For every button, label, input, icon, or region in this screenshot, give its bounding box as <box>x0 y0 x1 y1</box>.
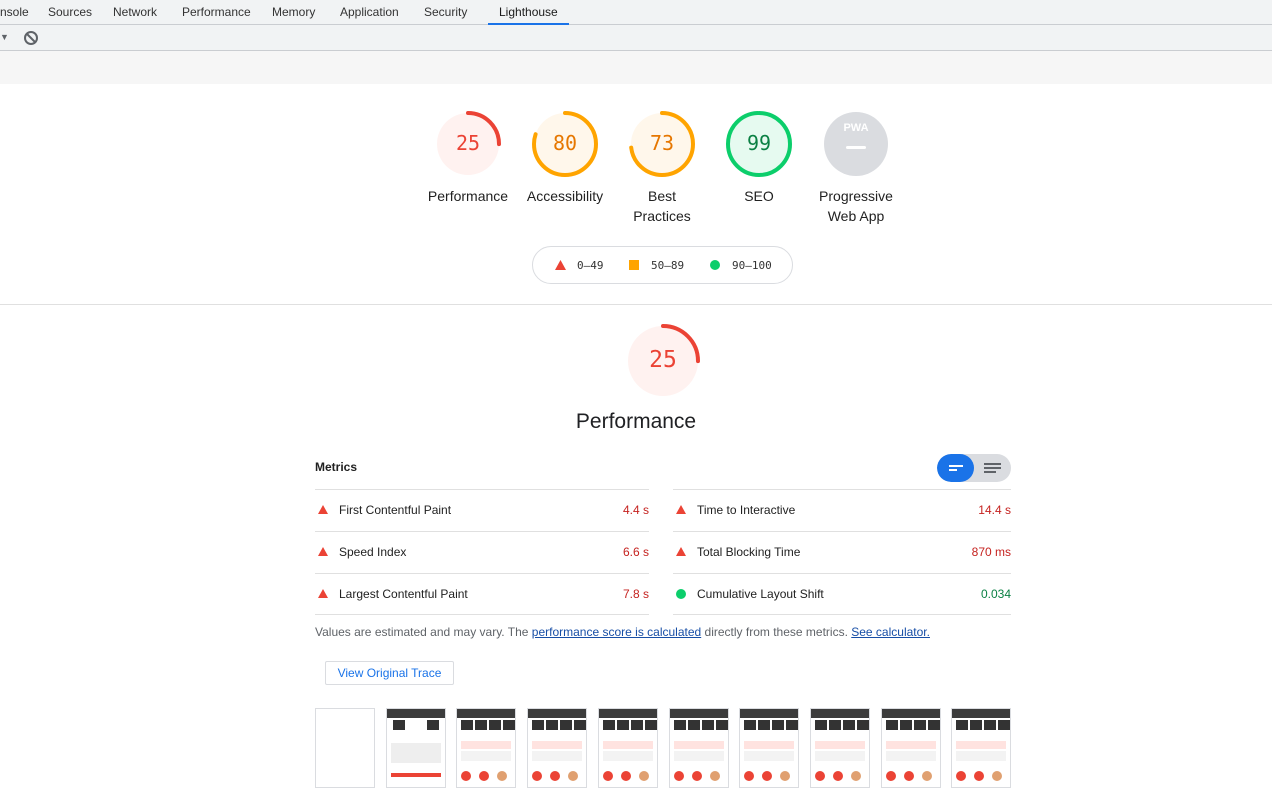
lighthouse-report: 25 Performance 80 Accessibility 73 Best … <box>0 84 1272 794</box>
metrics-rule <box>673 489 1011 490</box>
filmstrip-frame <box>668 708 729 788</box>
gauge-performance[interactable]: 25 Performance <box>420 111 516 206</box>
fail-triangle-icon <box>676 505 686 514</box>
filmstrip-frame <box>739 708 800 788</box>
performance-section-gauge: 25 <box>625 323 701 399</box>
tab-security[interactable]: Security <box>424 0 467 24</box>
clear-icon[interactable] <box>24 31 38 45</box>
legend-pass-range: 90–100 <box>732 259 772 272</box>
fail-triangle-icon <box>318 589 328 598</box>
gauge-best-practices-label-line2: Practices <box>633 208 691 224</box>
metrics-rule <box>315 614 649 615</box>
filmstrip-frame <box>809 708 870 788</box>
filmstrip-frame <box>880 708 941 788</box>
metric-name: Total Blocking Time <box>697 545 801 559</box>
gauge-seo-score: 99 <box>746 131 772 155</box>
metrics-rule <box>315 489 649 490</box>
metrics-rule <box>673 531 1011 532</box>
metric-value: 0.034 <box>980 587 1011 601</box>
performance-section-score: 25 <box>649 347 677 373</box>
fail-triangle-icon <box>318 547 328 556</box>
metrics-view-toggle[interactable] <box>937 454 1011 482</box>
pass-circle-icon <box>710 260 720 270</box>
fail-triangle-icon <box>676 547 686 556</box>
summary-lines-icon <box>949 465 963 471</box>
metric-name: First Contentful Paint <box>339 503 452 517</box>
gauge-performance-label: Performance <box>427 188 509 204</box>
metric-first-contentful-paint: First Contentful Paint 4.4 s <box>315 500 649 520</box>
metric-name: Largest Contentful Paint <box>339 587 468 601</box>
gauge-seo-label: SEO <box>744 188 774 204</box>
tab-performance[interactable]: Performance <box>182 0 251 24</box>
gauge-accessibility-label: Accessibility <box>526 188 604 204</box>
view-original-trace-button[interactable]: View Original Trace <box>325 661 454 685</box>
score-scale-legend: 0–49 50–89 90–100 <box>532 246 793 284</box>
note-prefix: Values are estimated and may vary. The <box>315 625 532 639</box>
legend-fail-range: 0–49 <box>577 259 604 272</box>
metric-value: 14.4 s <box>978 503 1011 517</box>
lighthouse-toolbar: ▼ <box>0 25 1272 51</box>
metric-name: Time to Interactive <box>697 503 796 517</box>
metric-value: 6.6 s <box>622 545 649 559</box>
average-square-icon <box>629 260 639 270</box>
devtools-tab-bar: nsole Sources Network Performance Memory… <box>0 0 1272 25</box>
metric-cumulative-layout-shift: Cumulative Layout Shift 0.034 <box>673 584 1011 604</box>
filmstrip-frame <box>951 708 1012 788</box>
legend-average-range: 50–89 <box>651 259 685 272</box>
gauge-best-practices-score: 73 <box>649 131 675 155</box>
toggle-summary-view[interactable] <box>937 454 974 482</box>
tab-lighthouse[interactable]: Lighthouse <box>488 0 569 25</box>
metrics-rule <box>673 614 1011 615</box>
filmstrip-frame <box>597 708 658 788</box>
metric-value: 7.8 s <box>622 587 649 601</box>
gauge-accessibility-score: 80 <box>552 131 578 155</box>
detail-lines-icon <box>984 463 1001 473</box>
filmstrip-frame <box>315 708 375 788</box>
pwa-badge-icon <box>824 112 888 176</box>
dropdown-arrow-icon[interactable]: ▼ <box>0 32 9 42</box>
tab-network[interactable]: Network <box>113 0 157 24</box>
section-divider <box>0 304 1272 305</box>
tab-memory[interactable]: Memory <box>272 0 315 24</box>
pass-circle-icon <box>676 589 686 599</box>
metrics-heading: Metrics <box>315 460 358 474</box>
see-calculator-link[interactable]: See calculator. <box>851 625 930 639</box>
metrics-rule <box>673 573 1011 574</box>
metric-value: 870 ms <box>971 545 1011 559</box>
note-middle: directly from these metrics. <box>701 625 852 639</box>
metric-value: 4.4 s <box>622 503 649 517</box>
toggle-detail-view[interactable] <box>974 454 1011 482</box>
metric-name: Speed Index <box>339 545 407 559</box>
metrics-rule <box>315 573 649 574</box>
filmstrip-frame <box>527 708 588 788</box>
metric-time-to-interactive: Time to Interactive 14.4 s <box>673 500 1011 520</box>
tab-application[interactable]: Application <box>340 0 399 24</box>
gauge-pwa-label: Progressive Web App <box>808 186 904 226</box>
tab-console[interactable]: nsole <box>0 0 29 24</box>
gauge-best-practices-label: Best Practices <box>614 186 710 226</box>
gauge-pwa-label-line2: Web App <box>827 208 885 224</box>
metric-largest-contentful-paint: Largest Contentful Paint 7.8 s <box>315 584 649 604</box>
metric-total-blocking-time: Total Blocking Time 870 ms <box>673 542 1011 562</box>
metric-speed-index: Speed Index 6.6 s <box>315 542 649 562</box>
performance-section-title: Performance <box>575 410 697 433</box>
metrics-disclaimer: Values are estimated and may vary. The p… <box>315 625 930 639</box>
score-calculated-link[interactable]: performance score is calculated <box>532 625 701 639</box>
gauge-pwa-label-line1: Progressive <box>819 188 893 204</box>
metrics-rule <box>315 531 649 532</box>
tab-sources[interactable]: Sources <box>48 0 92 24</box>
fail-triangle-icon <box>318 505 328 514</box>
report-topbar <box>0 51 1272 84</box>
metric-name: Cumulative Layout Shift <box>697 587 824 601</box>
gauge-accessibility[interactable]: 80 Accessibility <box>517 111 613 206</box>
pwa-badge-text: PWA <box>843 122 869 134</box>
gauge-performance-score: 25 <box>455 131 481 155</box>
filmstrip-frame <box>456 708 517 788</box>
gauge-best-practices[interactable]: 73 Best Practices <box>614 111 710 226</box>
gauge-seo[interactable]: 99 SEO <box>711 111 807 206</box>
gauge-best-practices-label-line1: Best <box>647 188 676 204</box>
filmstrip-frame <box>385 708 446 788</box>
gauge-pwa[interactable]: PWA Progressive Web App <box>808 111 904 226</box>
fail-triangle-icon <box>555 260 566 270</box>
